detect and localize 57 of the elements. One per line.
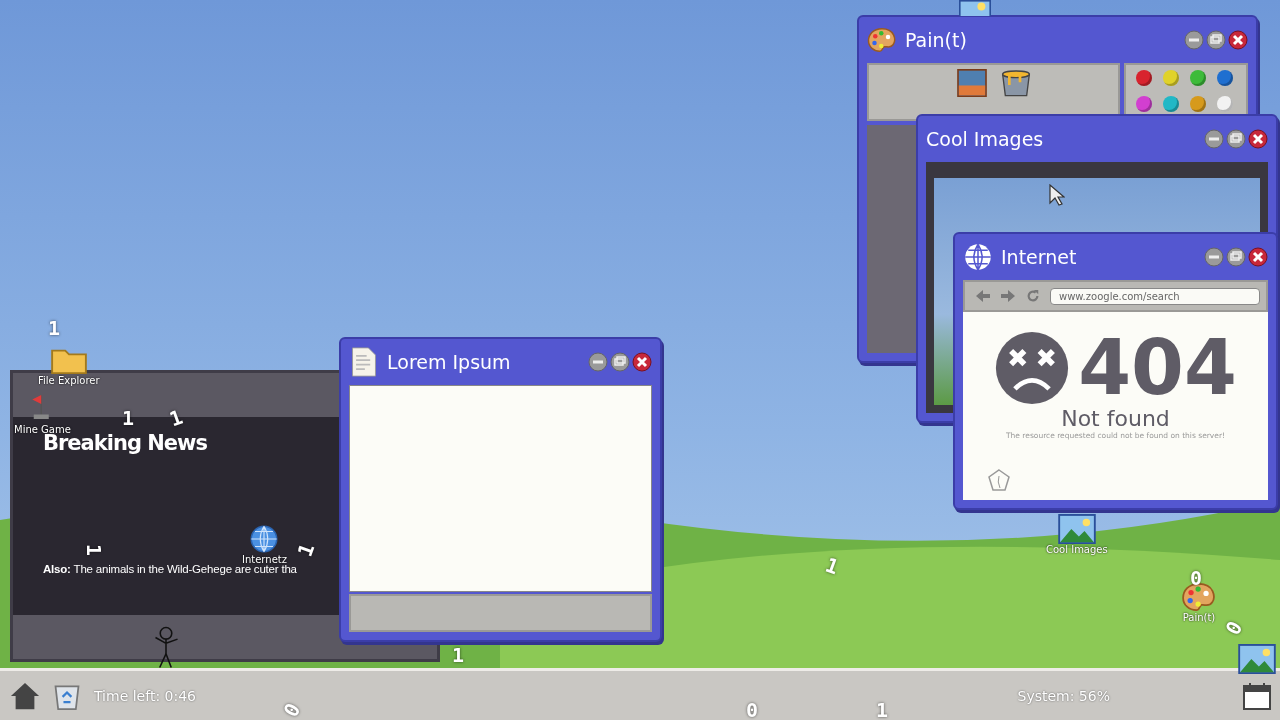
landscape-picture-icon[interactable] xyxy=(1057,514,1096,544)
binary-digit: 1 xyxy=(122,408,135,428)
minimize-button[interactable] xyxy=(1204,247,1224,267)
news-ticker-text: Also: The animals in the Wild-Gehege are cuter tha xyxy=(43,563,298,575)
binary-digit: 0 xyxy=(1190,568,1203,588)
maximize-button[interactable] xyxy=(610,352,630,372)
maximize-button[interactable] xyxy=(1226,247,1246,267)
color-swatch[interactable] xyxy=(1217,96,1233,112)
window-title: Pain(t) xyxy=(905,29,968,51)
timer-text: Time left: 0:46 xyxy=(94,687,196,704)
home-icon[interactable] xyxy=(10,680,40,711)
mouse-pointer-icon xyxy=(1049,184,1065,206)
system-status-text: System: 56% xyxy=(1017,687,1110,704)
color-swatch[interactable] xyxy=(1190,96,1206,112)
color-swatch[interactable] xyxy=(1190,70,1206,86)
binary-digit: 1 xyxy=(48,318,61,338)
sad-face-icon xyxy=(994,330,1071,406)
globe-icon xyxy=(963,242,993,272)
paint-bucket-icon[interactable] xyxy=(999,69,1032,97)
icon-label[interactable]: File Explorer xyxy=(38,375,100,386)
address-field[interactable]: www.zoogle.com/search xyxy=(1050,287,1260,305)
landscape-picture-icon[interactable] xyxy=(1238,644,1276,674)
window-title: Cool Images xyxy=(926,128,1045,150)
binary-digit: 1 xyxy=(166,406,186,430)
minimize-button[interactable] xyxy=(1204,129,1224,149)
binary-digit: 0 xyxy=(280,699,304,720)
color-swatch[interactable] xyxy=(1163,70,1179,86)
canvas-icon[interactable] xyxy=(955,69,988,97)
pentagon-icon xyxy=(987,468,1011,492)
binary-digit: 1 xyxy=(822,554,842,578)
color-swatch[interactable] xyxy=(1136,70,1152,86)
binary-digit: 0 xyxy=(1222,617,1246,639)
close-button[interactable] xyxy=(632,352,652,372)
maximize-button[interactable] xyxy=(1206,30,1226,50)
minimize-button[interactable] xyxy=(588,352,608,372)
close-button[interactable] xyxy=(1248,247,1268,267)
landscape-picture-icon[interactable] xyxy=(957,0,993,16)
close-button[interactable] xyxy=(1228,30,1248,50)
icon-label[interactable]: Internetz xyxy=(242,554,287,565)
binary-digit: 1 xyxy=(452,645,465,665)
color-swatch[interactable] xyxy=(1217,70,1233,86)
binary-digit: 1 xyxy=(84,544,104,556)
color-swatch[interactable] xyxy=(1163,96,1179,112)
binary-digit: 1 xyxy=(876,700,889,720)
window-title: Lorem Ipsum xyxy=(387,351,512,373)
document-icon xyxy=(349,347,379,377)
binary-digit: 0 xyxy=(746,700,759,720)
binary-digit: 1 xyxy=(294,540,318,560)
error-code: 404 xyxy=(1078,330,1237,406)
error-title: Not found xyxy=(1061,406,1170,431)
window-title: Internet xyxy=(1001,246,1078,268)
minimize-button[interactable] xyxy=(1184,30,1204,50)
calendar-icon[interactable] xyxy=(1242,680,1272,711)
maximize-button[interactable] xyxy=(1226,129,1246,149)
palette-icon xyxy=(867,25,897,55)
color-swatch[interactable] xyxy=(1136,96,1152,112)
close-button[interactable] xyxy=(1248,129,1268,149)
